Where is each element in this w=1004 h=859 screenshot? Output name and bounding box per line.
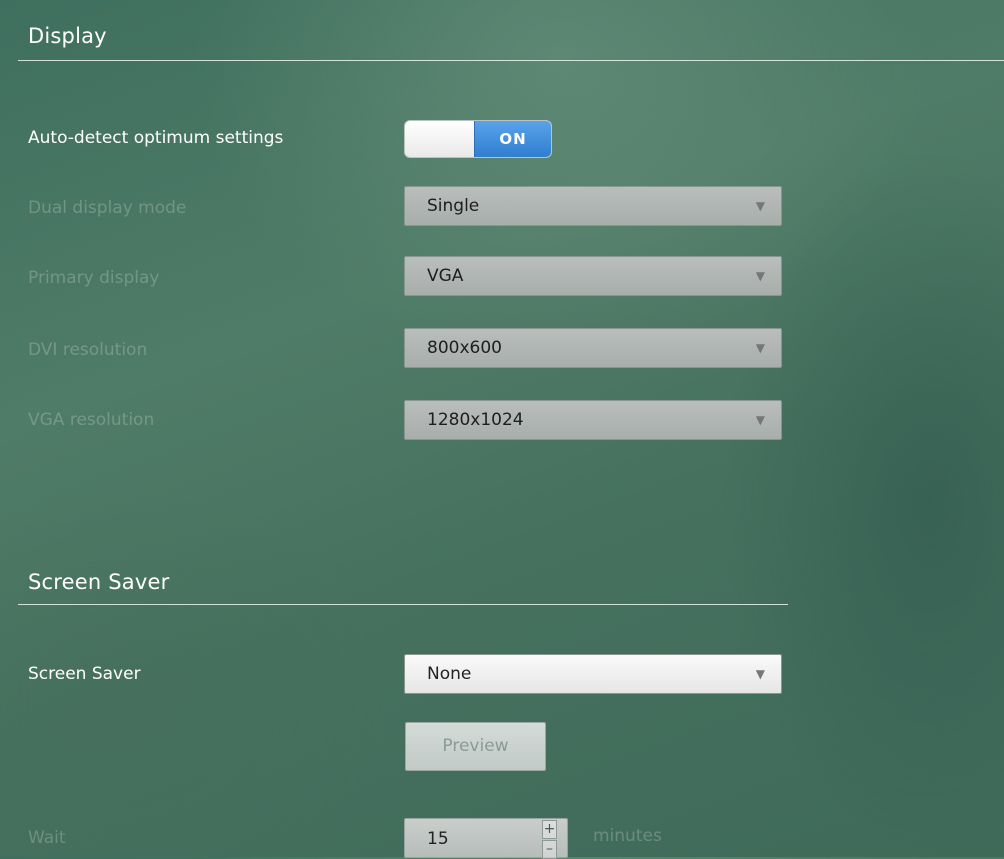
preview-button[interactable]: Preview: [405, 722, 546, 771]
primary-display-select[interactable]: VGA ▼: [404, 256, 782, 296]
vga-resolution-value: 1280x1024: [427, 410, 524, 430]
primary-display-value: VGA: [427, 266, 464, 286]
dvi-resolution-select[interactable]: 800x600 ▼: [404, 328, 782, 368]
wait-unit-label: minutes: [593, 826, 662, 846]
dual-display-mode-select[interactable]: Single ▼: [404, 186, 782, 226]
wait-stepper[interactable]: 15 + –: [404, 818, 568, 859]
screen-saver-select[interactable]: None ▼: [404, 654, 782, 694]
screen-saver-section-divider: [18, 604, 788, 605]
auto-detect-label: Auto-detect optimum settings: [28, 128, 284, 148]
screen-saver-value: None: [427, 664, 472, 684]
wait-value[interactable]: 15: [427, 819, 449, 859]
wait-stepper-buttons: + –: [542, 820, 557, 859]
wait-label: Wait: [28, 828, 66, 848]
chevron-down-icon: ▼: [755, 341, 765, 355]
vga-resolution-select[interactable]: 1280x1024 ▼: [404, 400, 782, 440]
auto-detect-toggle[interactable]: ON: [404, 120, 552, 158]
primary-display-label: Primary display: [28, 268, 160, 288]
chevron-down-icon: ▼: [755, 667, 765, 681]
chevron-down-icon: ▼: [755, 199, 765, 213]
dvi-resolution-label: DVI resolution: [28, 340, 148, 360]
chevron-down-icon: ▼: [755, 269, 765, 283]
decrement-icon[interactable]: –: [542, 840, 557, 859]
chevron-down-icon: ▼: [755, 413, 765, 427]
dual-display-mode-value: Single: [427, 196, 480, 216]
display-section-title: Display: [28, 24, 107, 48]
vga-resolution-label: VGA resolution: [28, 410, 155, 430]
increment-icon[interactable]: +: [542, 820, 557, 839]
screen-saver-label: Screen Saver: [28, 664, 141, 684]
dvi-resolution-value: 800x600: [427, 338, 502, 358]
screen-saver-section-title: Screen Saver: [28, 570, 170, 594]
display-section-divider: [18, 60, 1004, 61]
dual-display-mode-label: Dual display mode: [28, 198, 187, 218]
auto-detect-toggle-state: ON: [474, 121, 551, 157]
